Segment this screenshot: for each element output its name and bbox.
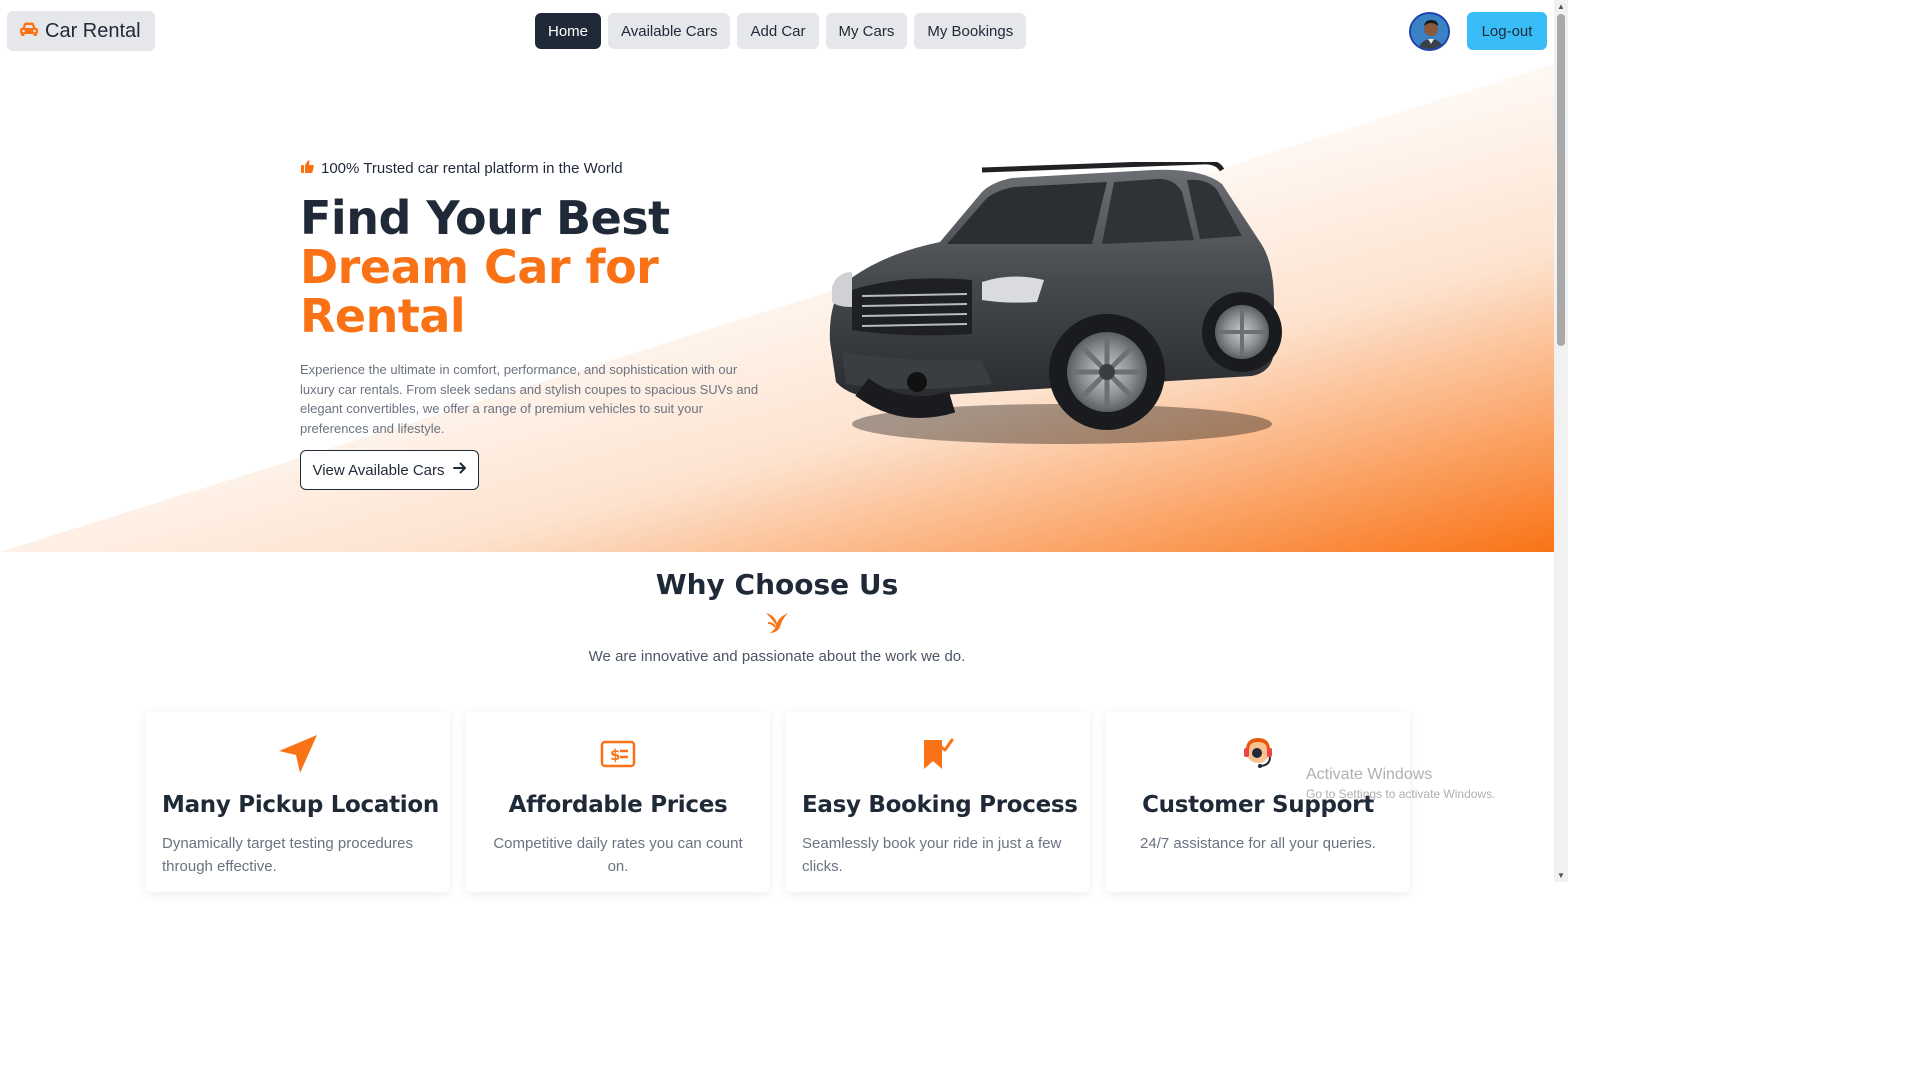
feature-card-pickup: Many Pickup Location Dynamically target … xyxy=(146,712,450,892)
svg-text:$: $ xyxy=(610,746,620,764)
nav-available-cars[interactable]: Available Cars xyxy=(608,13,731,49)
cta-label: View Available Cars xyxy=(312,461,445,479)
nav-my-cars[interactable]: My Cars xyxy=(825,13,908,49)
avatar[interactable] xyxy=(1409,12,1450,51)
feature-description: Seamlessly book your ride in just a few … xyxy=(802,835,1062,875)
logout-button[interactable]: Log-out xyxy=(1467,12,1547,50)
thumbs-up-icon xyxy=(300,159,315,178)
hero-description: Experience the ultimate in comfort, perf… xyxy=(300,362,759,436)
headset-support-icon xyxy=(1241,736,1275,777)
hero-section: 100% Trusted car rental platform in the … xyxy=(0,64,1554,552)
location-arrow-icon xyxy=(277,733,319,780)
page-scrollbar[interactable]: ▲ ▼ xyxy=(1554,0,1568,882)
feature-card-support: Customer Support 24/7 assistance for all… xyxy=(1106,712,1410,892)
nav-home[interactable]: Home xyxy=(535,13,602,49)
suv-car-image xyxy=(829,162,1282,444)
navbar: Car Rental Home Available Cars Add Car M… xyxy=(0,0,1554,64)
scroll-up-arrow-icon[interactable]: ▲ xyxy=(1557,2,1565,11)
scroll-down-arrow-icon[interactable]: ▼ xyxy=(1557,871,1565,880)
activate-windows-watermark: Activate Windows Go to Settings to activ… xyxy=(1306,766,1495,801)
watermark-line-1: Activate Windows xyxy=(1306,766,1433,783)
feature-description: Competitive daily rates you can count on… xyxy=(493,835,743,875)
watermark-line-2: Go to Settings to activate Windows. xyxy=(1306,787,1496,801)
car-icon xyxy=(19,21,39,42)
feature-title: Affordable Prices xyxy=(508,792,728,818)
hero-title: Find Your Best Dream Car for Rental xyxy=(300,194,670,341)
bookmark-check-icon xyxy=(922,737,954,776)
arrow-right-icon xyxy=(452,461,467,479)
scrollbar-thumb[interactable] xyxy=(1557,14,1565,346)
feature-title: Easy Booking Process xyxy=(802,792,1078,818)
swoosh-decoration-icon xyxy=(764,609,790,640)
hero-gradient-background xyxy=(0,64,1554,552)
main-nav: Home Available Cars Add Car My Cars My B… xyxy=(535,13,1027,49)
feature-description: Dynamically target testing procedures th… xyxy=(162,835,413,875)
feature-description: 24/7 assistance for all your queries. xyxy=(1140,835,1376,852)
hero-title-line-3: Rental xyxy=(300,289,466,343)
nav-add-car[interactable]: Add Car xyxy=(737,13,819,49)
brand-name: Car Rental xyxy=(45,19,141,42)
feature-title: Many Pickup Location xyxy=(162,792,439,818)
why-choose-us-title: Why Choose Us xyxy=(655,568,899,601)
brand-logo[interactable]: Car Rental xyxy=(7,11,155,51)
why-choose-us-subtitle: We are innovative and passionate about t… xyxy=(588,648,966,665)
features-grid: Many Pickup Location Dynamically target … xyxy=(146,712,1410,892)
dollar-bill-icon: $ xyxy=(600,739,636,774)
feature-card-booking: Easy Booking Process Seamlessly book you… xyxy=(786,712,1090,892)
trust-text: 100% Trusted car rental platform in the … xyxy=(321,160,623,177)
hero-title-line-1: Find Your Best xyxy=(300,191,670,245)
feature-card-prices: $ Affordable Prices Competitive daily ra… xyxy=(466,712,770,892)
hero-title-line-2: Dream Car for xyxy=(300,240,659,294)
view-available-cars-button[interactable]: View Available Cars xyxy=(300,450,479,490)
trust-badge: 100% Trusted car rental platform in the … xyxy=(300,159,623,178)
nav-my-bookings[interactable]: My Bookings xyxy=(914,13,1027,49)
